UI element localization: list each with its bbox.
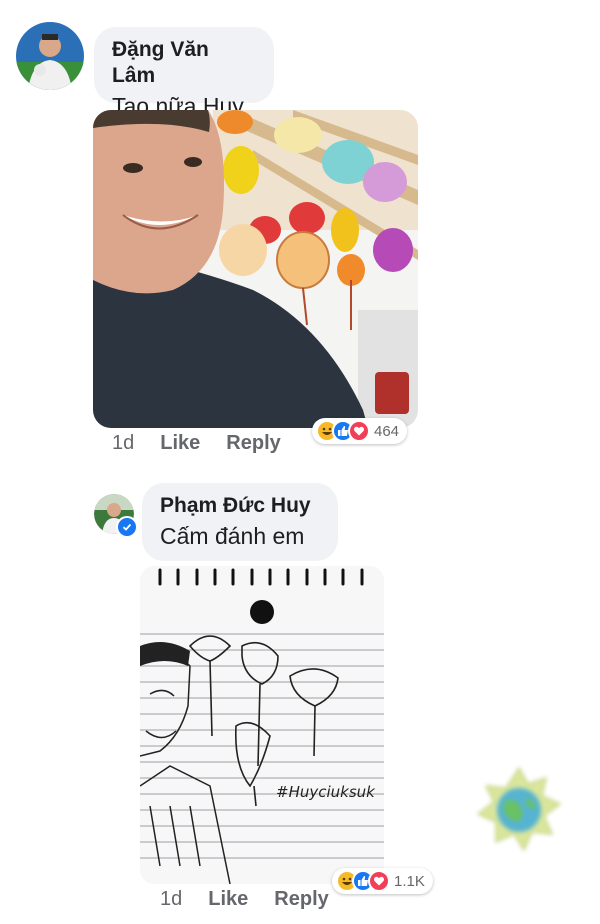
reply-link[interactable]: Reply (226, 432, 280, 455)
comment-author[interactable]: Phạm Đức Huy (160, 493, 320, 519)
sketch-caption: #Huyciuksuk (276, 783, 376, 801)
reaction-summary[interactable]: 1.1K (332, 868, 433, 894)
avatar-image (16, 22, 84, 90)
avatar-dang-van-lam[interactable] (16, 22, 84, 90)
verified-badge-icon (116, 516, 138, 538)
reaction-summary[interactable]: 464 (312, 418, 408, 444)
comment-timestamp[interactable]: 1d (112, 432, 134, 455)
comment-bubble: Đặng Văn Lâm Tao nữa Huy (94, 27, 274, 119)
comment-author[interactable]: Đặng Văn Lâm (112, 37, 256, 89)
comment-text: Cấm đánh em (160, 523, 305, 549)
reaction-count: 1.1K (394, 872, 425, 890)
love-icon (368, 870, 390, 892)
comment-photo-selfie[interactable] (93, 110, 418, 428)
reply-link[interactable]: Reply (274, 888, 328, 911)
comment-photo-sketch[interactable]: #Huyciuksuk (140, 566, 384, 884)
comment-actions: 1d Like Reply (112, 432, 281, 455)
like-link[interactable]: Like (208, 888, 248, 911)
comment-bubble: Phạm Đức Huy Cấm đánh em (142, 483, 338, 561)
avatar-pham-duc-huy[interactable] (94, 494, 138, 538)
love-icon (348, 420, 370, 442)
like-link[interactable]: Like (160, 432, 200, 455)
reaction-count: 464 (374, 422, 400, 440)
sketch-image: #Huyciuksuk (140, 566, 384, 884)
comment-timestamp[interactable]: 1d (160, 888, 182, 911)
watermark-logo (474, 764, 564, 854)
selfie-image (93, 110, 418, 428)
comment-actions: 1d Like Reply (160, 888, 329, 911)
